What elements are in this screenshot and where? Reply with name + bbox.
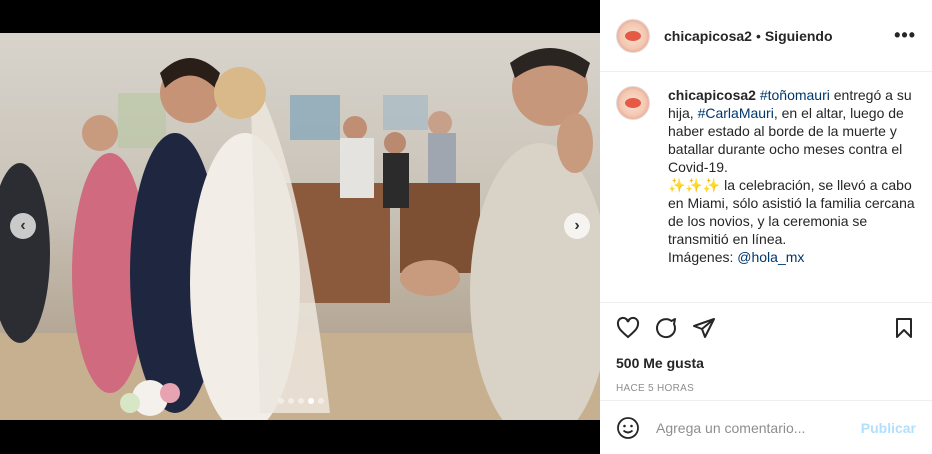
chevron-right-icon: › xyxy=(574,217,580,234)
separator: • xyxy=(755,27,761,44)
caption: chicapicosa2 #toñomauri entregó a su hij… xyxy=(616,86,916,298)
actions-bar: 500 Me gusta HACE 5 HORAS xyxy=(600,302,932,412)
caption-text: chicapicosa2 #toñomauri entregó a su hij… xyxy=(668,86,916,298)
post-photo: ‹ › xyxy=(0,33,600,420)
slide-dot xyxy=(298,398,304,404)
follow-status-button[interactable]: Siguiendo xyxy=(765,28,833,44)
smiley-icon[interactable] xyxy=(616,416,640,440)
likes-count[interactable]: 500 Me gusta xyxy=(616,355,916,371)
chevron-left-icon: ‹ xyxy=(20,217,26,234)
media-area: ‹ › xyxy=(0,0,600,454)
caption-body: Imágenes: xyxy=(668,249,738,265)
slide-dot xyxy=(288,398,294,404)
share-icon[interactable] xyxy=(692,316,716,340)
comment-bar: Agrega un comentario... Publicar xyxy=(600,400,932,454)
mention-link[interactable]: @hola_mx xyxy=(737,249,804,265)
comment-icon[interactable] xyxy=(654,316,678,340)
bookmark-icon[interactable] xyxy=(892,316,916,340)
slide-dot xyxy=(318,398,324,404)
post-panel: chicapicosa2 • Siguiendo ••• chicapicosa… xyxy=(600,0,932,454)
next-slide-button[interactable]: › xyxy=(564,213,590,239)
username-link[interactable]: chicapicosa2 xyxy=(664,28,752,44)
heart-icon[interactable] xyxy=(616,316,640,340)
comment-input[interactable]: Agrega un comentario... xyxy=(656,420,861,436)
prev-slide-button[interactable]: ‹ xyxy=(10,213,36,239)
hashtag-link[interactable]: #toñomauri xyxy=(760,87,830,103)
caption-avatar[interactable] xyxy=(616,86,650,120)
post-header: chicapicosa2 • Siguiendo ••• xyxy=(600,0,932,72)
more-icon[interactable]: ••• xyxy=(894,25,916,46)
publish-button[interactable]: Publicar xyxy=(861,420,916,436)
hashtag-link[interactable]: #CarlaMauri xyxy=(698,105,774,121)
slide-dot xyxy=(278,398,284,404)
caption-username-link[interactable]: chicapicosa2 xyxy=(668,87,756,103)
slide-indicator xyxy=(278,398,324,404)
avatar[interactable] xyxy=(616,18,650,53)
sparkles-emoji: ✨✨✨ xyxy=(668,177,721,193)
timestamp[interactable]: HACE 5 HORAS xyxy=(616,383,916,394)
slide-dot-active xyxy=(308,398,314,404)
